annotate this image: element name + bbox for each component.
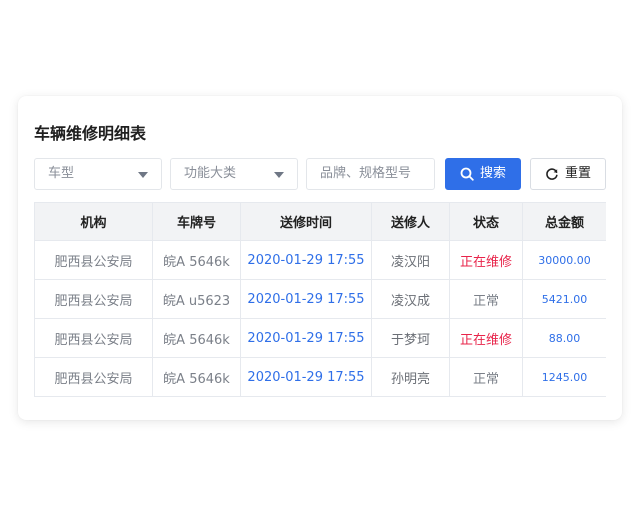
cell-org: 肥西县公安局 [34, 279, 153, 319]
cell-plate: 皖A 5646k [152, 318, 241, 358]
repair-table: 机构 车牌号 送修时间 送修人 状态 总金额 肥西县公安局 皖A 5646k 2… [34, 202, 606, 397]
cell-person: 于梦珂 [371, 318, 450, 358]
cell-amount: 1245.00 [522, 357, 606, 397]
cell-plate: 皖A 5646k [152, 357, 241, 397]
vehicle-type-select[interactable]: 车型 [34, 158, 162, 190]
cell-amount: 30000.00 [522, 240, 606, 280]
search-button-label: 搜索 [479, 166, 506, 181]
search-icon [460, 167, 474, 181]
brand-model-input[interactable]: 品牌、规格型号 [306, 158, 435, 190]
cell-status: 正在维修 [449, 318, 523, 358]
reset-button[interactable]: 重置 [530, 158, 606, 190]
column-header-amount: 总金额 [522, 202, 606, 241]
column-header-time: 送修时间 [240, 202, 372, 241]
cell-org: 肥西县公安局 [34, 318, 153, 358]
cell-status: 正常 [449, 279, 523, 319]
function-category-select[interactable]: 功能大类 [170, 158, 298, 190]
cell-time: 2020-01-29 17:55 [240, 318, 372, 358]
cell-amount: 5421.00 [522, 279, 606, 319]
function-category-select-label: 功能大类 [184, 166, 237, 181]
cell-status: 正在维修 [449, 240, 523, 280]
caret-down-icon [274, 172, 284, 178]
reset-button-label: 重置 [564, 166, 591, 181]
table-header-row: 机构 车牌号 送修时间 送修人 状态 总金额 [34, 202, 606, 241]
cell-person: 凌汉阳 [371, 240, 450, 280]
column-header-org: 机构 [34, 202, 153, 241]
search-button[interactable]: 搜索 [445, 158, 521, 190]
column-header-status: 状态 [449, 202, 523, 241]
brand-model-placeholder: 品牌、规格型号 [320, 166, 412, 181]
cell-amount: 88.00 [522, 318, 606, 358]
column-header-plate: 车牌号 [152, 202, 241, 241]
cell-time: 2020-01-29 17:55 [240, 240, 372, 280]
caret-down-icon [138, 172, 148, 178]
cell-person: 孙明亮 [371, 357, 450, 397]
page-title: 车辆维修明细表 [34, 124, 147, 143]
cell-plate: 皖A 5646k [152, 240, 241, 280]
cell-plate: 皖A u5623 [152, 279, 241, 319]
table-row[interactable]: 肥西县公安局 皖A 5646k 2020-01-29 17:55 于梦珂 正在维… [34, 318, 606, 358]
cell-org: 肥西县公安局 [34, 357, 153, 397]
table-row[interactable]: 肥西县公安局 皖A 5646k 2020-01-29 17:55 凌汉阳 正在维… [34, 240, 606, 280]
refresh-icon [546, 168, 558, 180]
cell-person: 凌汉成 [371, 279, 450, 319]
repair-table-container: 机构 车牌号 送修时间 送修人 状态 总金额 肥西县公安局 皖A 5646k 2… [34, 202, 606, 398]
table-row[interactable]: 肥西县公安局 皖A 5646k 2020-01-29 17:55 孙明亮 正常 … [34, 357, 606, 397]
column-header-person: 送修人 [371, 202, 450, 241]
filter-bar: 车型 功能大类 品牌、规格型号 搜索 重置 [34, 158, 606, 190]
table-row[interactable]: 肥西县公安局 皖A u5623 2020-01-29 17:55 凌汉成 正常 … [34, 279, 606, 319]
cell-time: 2020-01-29 17:55 [240, 357, 372, 397]
vehicle-type-select-label: 车型 [48, 166, 75, 181]
vehicle-repair-card: 车辆维修明细表 车型 功能大类 品牌、规格型号 搜索 重置 机构 车牌号 送修时… [18, 96, 622, 420]
cell-org: 肥西县公安局 [34, 240, 153, 280]
cell-status: 正常 [449, 357, 523, 397]
cell-time: 2020-01-29 17:55 [240, 279, 372, 319]
